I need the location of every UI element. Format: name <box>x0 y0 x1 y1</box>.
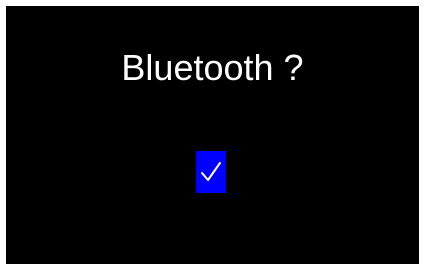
bluetooth-settings-screen: Bluetooth ? <box>6 6 419 264</box>
checkmark-icon <box>201 162 221 181</box>
bluetooth-question-label: Bluetooth ? <box>121 47 304 88</box>
bluetooth-checkbox[interactable] <box>196 151 226 193</box>
